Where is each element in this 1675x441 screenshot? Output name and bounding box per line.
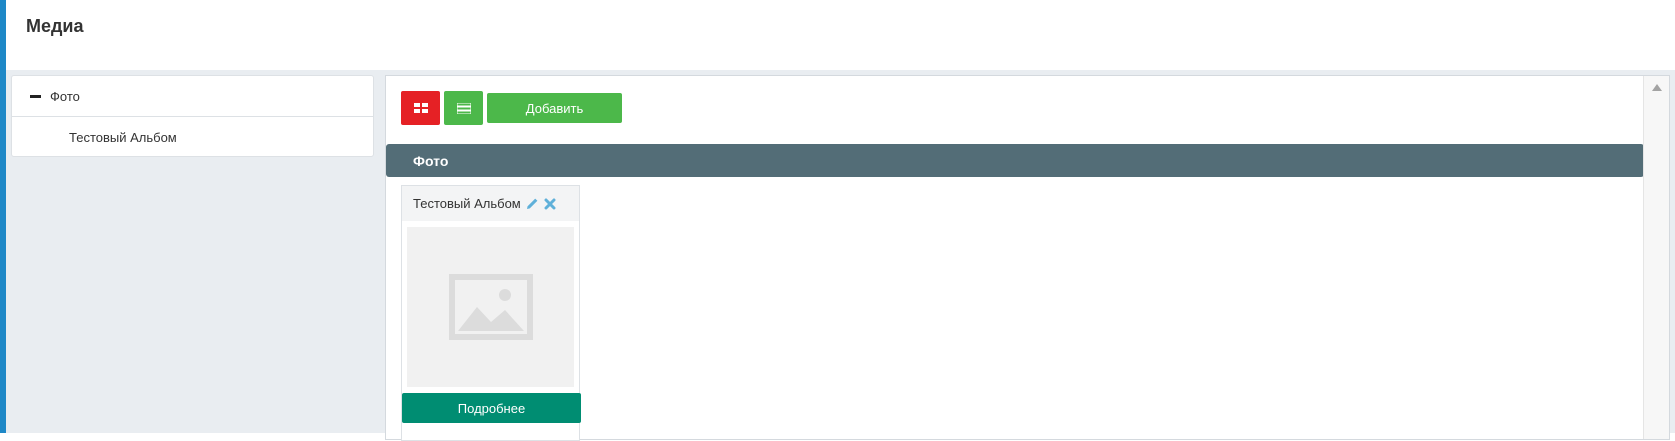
tree-item-test-album[interactable]: Тестовый Альбом [12,117,373,158]
list-view-button[interactable] [444,91,483,125]
album-thumbnail[interactable] [407,227,574,387]
image-placeholder-icon [448,274,533,340]
pencil-icon[interactable] [526,197,539,210]
list-icon [456,102,471,114]
section-title: Фото [413,152,449,169]
tree-item-photo[interactable]: Фото [12,76,373,117]
add-button[interactable]: Добавить [487,93,622,123]
scroll-up-arrow-icon[interactable] [1652,84,1662,91]
grid-icon [413,103,428,113]
scrollbar[interactable] [1643,76,1669,439]
tree-item-label: Тестовый Альбом [69,130,177,145]
album-title: Тестовый Альбом [413,196,521,211]
collapse-icon[interactable] [30,94,41,98]
grid-view-button[interactable] [401,91,440,125]
album-card-header: Тестовый Альбом [402,186,579,221]
section-header: Фото [386,144,1644,177]
album-tree: Фото Тестовый Альбом [11,75,374,157]
album-card: Тестовый Альбом Подробнее [401,185,581,441]
tree-item-label: Фото [50,88,80,104]
page-title: Медиа [26,16,84,36]
close-icon[interactable] [544,198,556,210]
page-header: Медиа [6,0,1675,70]
media-panel: Добавить Фото Тестовый Альбом Подробнее [385,75,1670,441]
details-button[interactable]: Подробнее [402,393,581,423]
content-area: Фото Тестовый Альбом Добавить Фото Тесто… [6,70,1675,441]
toolbar: Добавить [401,91,622,125]
